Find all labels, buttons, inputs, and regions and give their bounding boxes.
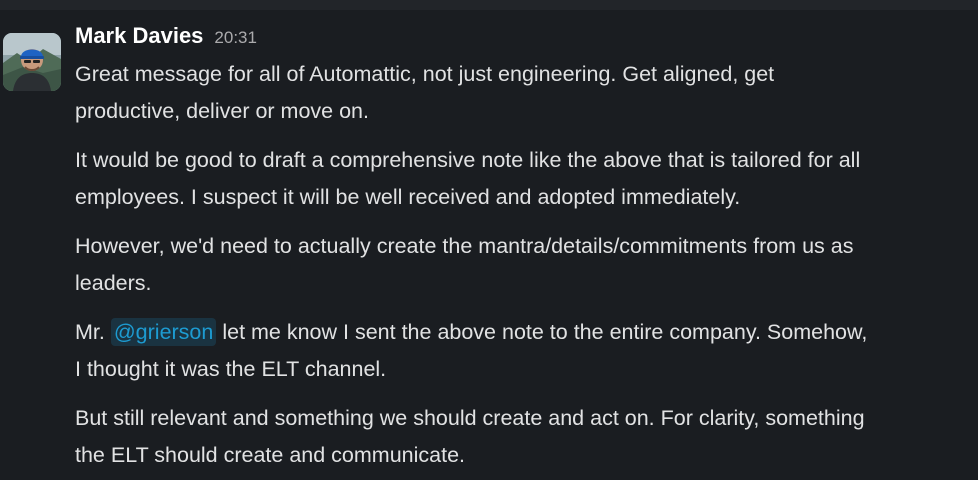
paragraph-line: the ELT should create and communicate. — [75, 443, 466, 467]
message-paragraph: Mr. @grierson let me know I sent the abo… — [75, 314, 978, 388]
paragraph-line: It would be good to draft a comprehensiv… — [75, 148, 861, 172]
paragraph-line: employees. I suspect it will be well rec… — [75, 185, 741, 209]
message-body: Great message for all of Automattic, not… — [75, 56, 978, 480]
paragraph-line: leaders. — [75, 271, 152, 295]
paragraph-line: Great message for all of Automattic, not… — [75, 62, 775, 86]
message-header: Mark Davies 20:31 — [75, 23, 257, 51]
paragraph-line: However, we'd need to actually create th… — [75, 234, 854, 258]
message-item[interactable]: Mark Davies 20:31 Great message for all o… — [0, 10, 978, 480]
paragraph-line: productive, deliver or move on. — [75, 99, 369, 123]
paragraph-text: Mr. — [75, 320, 111, 344]
avatar[interactable] — [3, 33, 61, 91]
user-avatar-icon — [3, 33, 61, 91]
message-paragraph: It would be good to draft a comprehensiv… — [75, 142, 978, 216]
paragraph-line: But still relevant and something we shou… — [75, 406, 865, 430]
top-divider-bar — [0, 0, 978, 10]
sender-name[interactable]: Mark Davies — [75, 23, 203, 48]
message-paragraph: Great message for all of Automattic, not… — [75, 56, 978, 130]
message-paragraph: But still relevant and something we shou… — [75, 400, 978, 474]
message-paragraph: However, we'd need to actually create th… — [75, 228, 978, 302]
paragraph-text: let me know I sent the above note to the… — [216, 320, 868, 344]
paragraph-line: I thought it was the ELT channel. — [75, 357, 387, 381]
message-timestamp[interactable]: 20:31 — [214, 28, 257, 47]
user-mention[interactable]: @grierson — [110, 318, 217, 346]
